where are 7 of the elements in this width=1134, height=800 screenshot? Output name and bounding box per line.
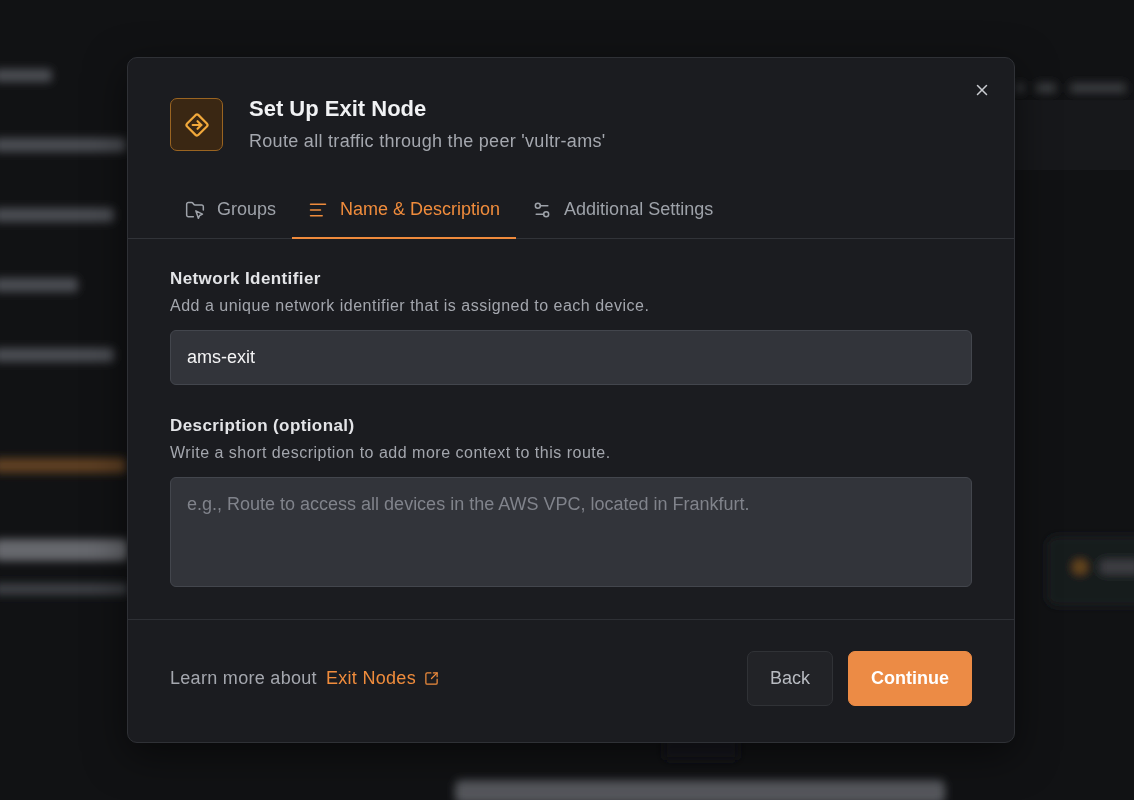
field-help-text: Write a short description to add more context to this route.	[170, 443, 612, 463]
field-help-text: Add a unique network identifier that is assigned to each device.	[170, 296, 651, 316]
learn-more-text: Learn more about	[170, 668, 317, 689]
dialog-title: Set Up Exit Node	[249, 95, 428, 123]
field-label: Description (optional)	[170, 415, 356, 437]
field-label: Network Identifier	[170, 268, 322, 290]
dialog-subtitle: Route all traffic through the peer 'vultr-ams'	[249, 130, 606, 153]
